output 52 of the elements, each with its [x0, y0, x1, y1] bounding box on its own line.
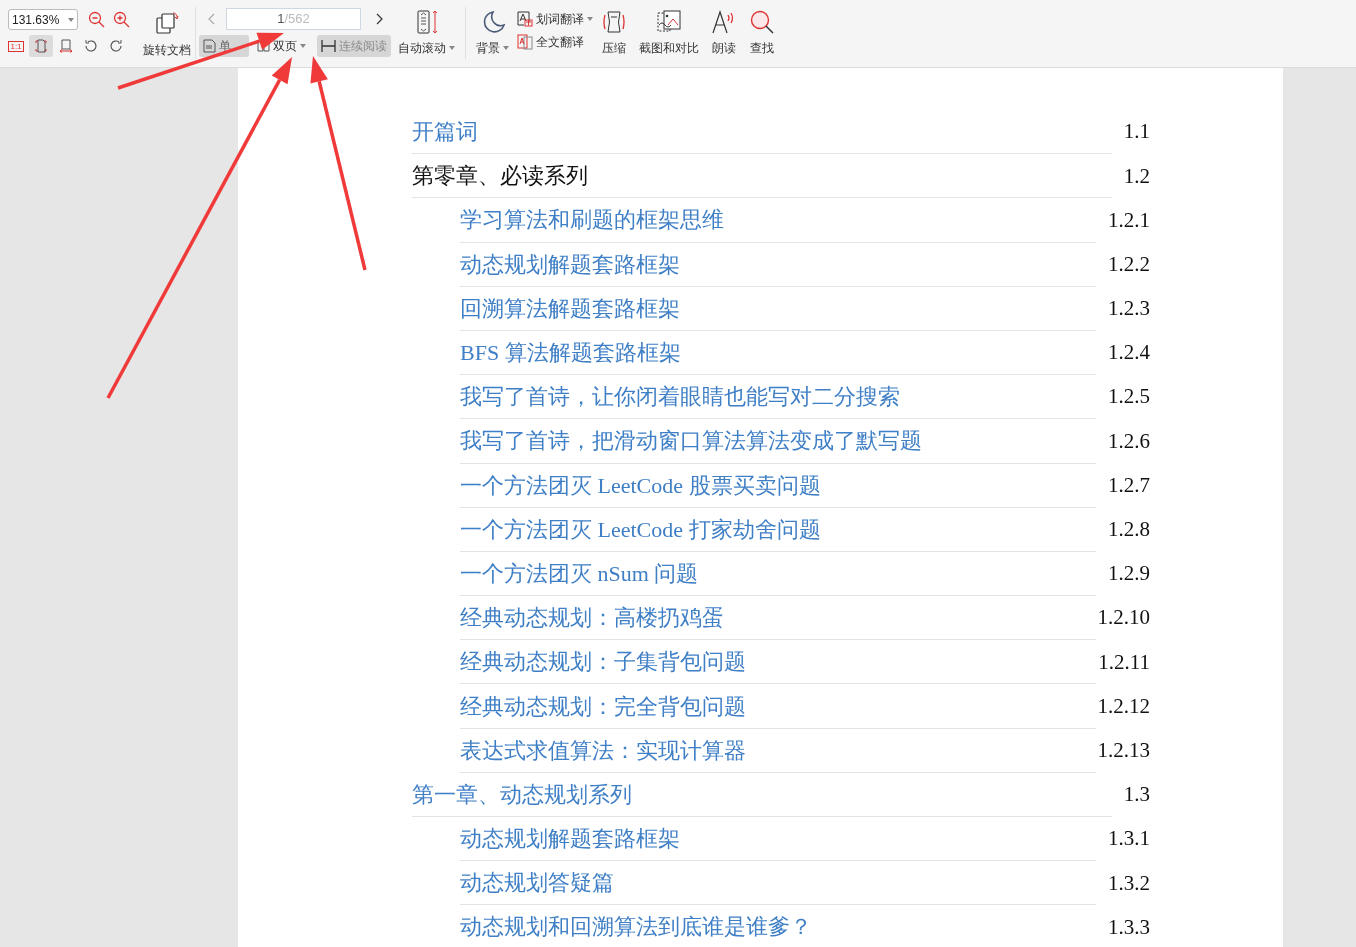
zoom-dropdown[interactable]: 131.63%	[8, 9, 78, 30]
toc-link[interactable]: 动态规划和回溯算法到底谁是谁爹？	[460, 910, 812, 944]
page-number: 1.2.6	[1107, 427, 1150, 455]
auto-scroll-button[interactable]: 自动滚动	[396, 0, 457, 57]
page-number: 1.1	[1122, 118, 1150, 146]
page-number-field[interactable]: 1/562	[226, 8, 361, 30]
toc-link[interactable]: 经典动态规划：完全背包问题	[460, 689, 746, 723]
find-button[interactable]: 查找	[745, 0, 779, 57]
page-number: 1.2.8	[1107, 516, 1150, 544]
page-number: 1.2.10	[1096, 604, 1150, 632]
toc-link[interactable]: 一个方法团灭 LeetCode 打家劫舍问题	[460, 512, 821, 546]
toc-link[interactable]: 一个方法团灭 LeetCode 股票买卖问题	[460, 468, 821, 502]
page-number: 1.2.13	[1096, 736, 1150, 764]
screenshot-compare-button[interactable]: 截图和对比	[635, 0, 703, 57]
page-number: 1.2.1	[1107, 206, 1150, 234]
compress-button[interactable]: 压缩	[597, 0, 631, 57]
toc-link[interactable]: 回溯算法解题套路框架	[460, 291, 680, 325]
page-number: 1.2	[1122, 162, 1150, 190]
toc-link[interactable]: 经典动态规划：子集背包问题	[460, 645, 746, 679]
toc-link[interactable]: 表达式求值算法：实现计算器	[460, 733, 746, 767]
rotate-document-button[interactable]: 旋转文档	[143, 11, 191, 59]
page-number: 1.2.7	[1107, 471, 1150, 499]
page-number: 1.3.3	[1107, 913, 1150, 941]
toc-link[interactable]: 第一章、动态规划系列	[412, 777, 632, 811]
page-number: 1.2.12	[1096, 692, 1150, 720]
toc-link[interactable]: 动态规划答疑篇	[460, 866, 614, 900]
page-number: 1.2.2	[1107, 250, 1150, 278]
background-button[interactable]: 背景	[474, 0, 511, 57]
page-number: 1.3.1	[1107, 825, 1150, 853]
toc-link[interactable]: 我写了首诗，让你闭着眼睛也能写对二分搜索	[460, 380, 900, 414]
actual-size-button[interactable]: 1:1	[4, 35, 28, 57]
page-number: 1.2.9	[1107, 560, 1150, 588]
page-number: 1.2.5	[1107, 383, 1150, 411]
toc-link[interactable]: 动态规划解题套路框架	[460, 822, 680, 856]
toc-heading: 第零章、必读系列	[412, 162, 588, 191]
page-number: 1.2.11	[1097, 648, 1150, 676]
toc-link[interactable]: 开篇词	[412, 115, 478, 149]
full-translate-button[interactable]: 全文翻译	[517, 33, 593, 51]
toc-link[interactable]: 一个方法团灭 nSum 问题	[460, 556, 699, 590]
page-number: 1.2.3	[1107, 295, 1150, 323]
continuous-reading-button[interactable]: 连续阅读	[317, 35, 391, 57]
word-translate-button[interactable]: 划词翻译	[517, 10, 593, 28]
zoom-value: 131.63%	[12, 11, 60, 29]
page-number: 1.3.2	[1107, 869, 1150, 897]
toc-link[interactable]: 我写了首诗，把滑动窗口算法算法变成了默写题	[460, 424, 922, 458]
toc-link[interactable]: 动态规划解题套路框架	[460, 247, 680, 281]
toc-link[interactable]: 学习算法和刷题的框架思维	[460, 203, 724, 237]
toc-link[interactable]: 经典动态规划：高楼扔鸡蛋	[460, 601, 724, 635]
page-number: 1.3	[1122, 781, 1150, 809]
toc-link[interactable]: BFS 算法解题套路框架	[460, 336, 681, 370]
page-number: 1.2.4	[1107, 339, 1150, 367]
read-aloud-button[interactable]: 朗读	[707, 0, 741, 57]
